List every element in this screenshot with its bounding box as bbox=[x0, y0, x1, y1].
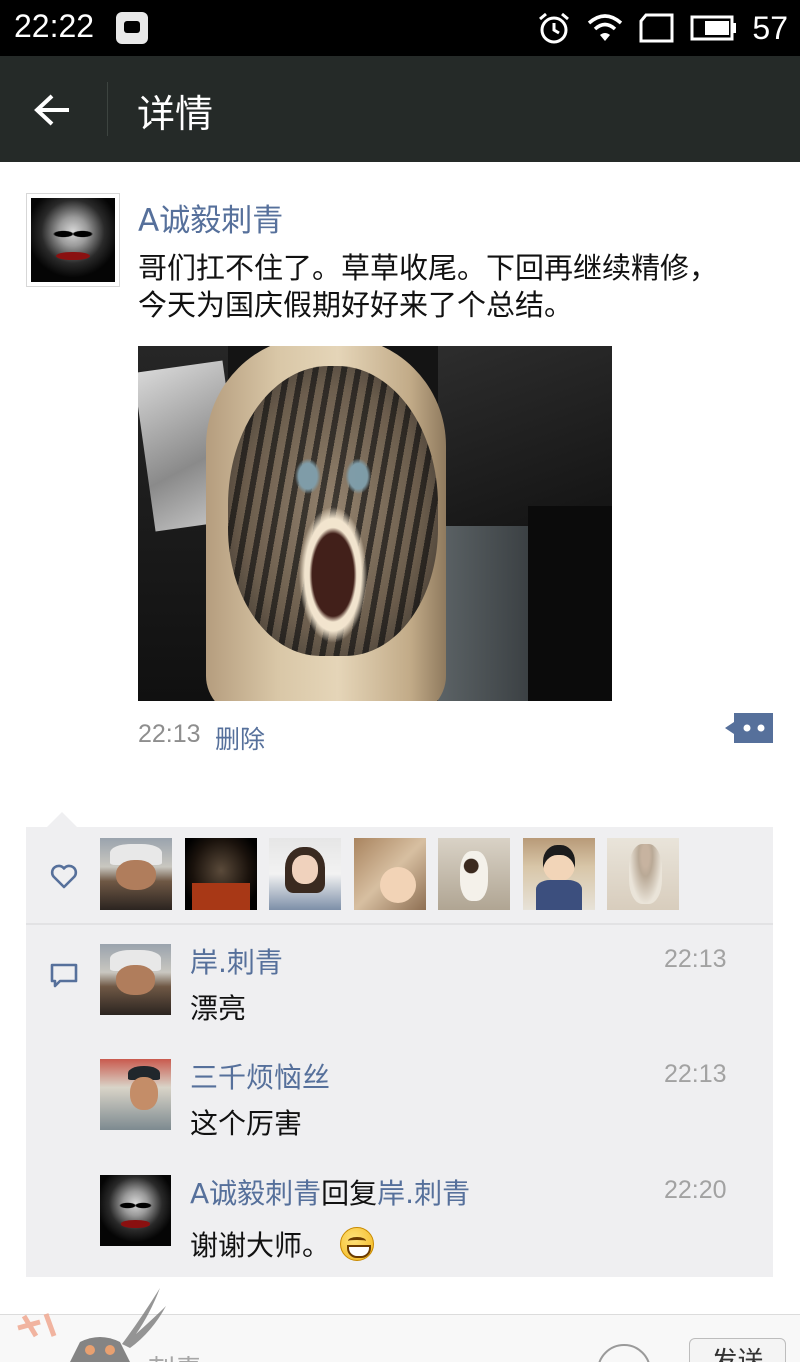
comment-time: 22:13 bbox=[664, 1060, 727, 1088]
comment-text: 谢谢大师。 bbox=[190, 1229, 331, 1262]
comment-menu-button[interactable] bbox=[724, 712, 774, 744]
liker-avatar[interactable] bbox=[185, 838, 257, 910]
comment-text-line[interactable]: 谢谢大师。 bbox=[190, 1224, 375, 1264]
post-text-line-2: 今天为国庆假期好好来了个总结。 bbox=[138, 288, 574, 322]
liker-avatar[interactable] bbox=[523, 838, 595, 910]
liker-avatar[interactable] bbox=[607, 838, 679, 910]
liker-avatar[interactable] bbox=[354, 838, 426, 910]
post-author-avatar[interactable] bbox=[26, 193, 120, 287]
liker-avatar[interactable] bbox=[438, 838, 510, 910]
photo-shadow bbox=[528, 506, 612, 701]
status-time: 22:22 bbox=[14, 8, 95, 44]
tiger-tattoo bbox=[228, 366, 438, 656]
comment-avatar[interactable] bbox=[100, 1175, 171, 1246]
comment-input[interactable]: 刺青 bbox=[148, 1348, 202, 1362]
comment-avatar[interactable] bbox=[100, 1059, 171, 1130]
post-time: 22:13 bbox=[138, 720, 201, 748]
alarm-icon bbox=[539, 12, 570, 44]
comment-icon bbox=[50, 963, 78, 988]
comment-author-line[interactable]: A诚毅刺青回复岸.刺青 bbox=[190, 1172, 470, 1212]
comment-text[interactable]: 这个厉害 bbox=[190, 1102, 302, 1142]
comment-author[interactable]: 岸.刺青 bbox=[190, 941, 283, 981]
back-button[interactable] bbox=[22, 82, 82, 138]
sim-icon bbox=[639, 13, 674, 43]
delete-link[interactable]: 删除 bbox=[215, 720, 265, 756]
comment-time: 22:20 bbox=[664, 1176, 727, 1204]
avatar bbox=[31, 198, 115, 282]
reply-target[interactable]: 岸.刺青 bbox=[377, 1177, 470, 1210]
status-icons: 57 bbox=[536, 6, 788, 50]
battery-level: 57 bbox=[752, 9, 788, 46]
watermark-logo-icon bbox=[17, 1288, 166, 1362]
liker-avatar[interactable] bbox=[269, 838, 341, 910]
status-bar: 22:22 57 bbox=[0, 0, 800, 56]
comment-author[interactable]: 三千烦恼丝 bbox=[190, 1056, 330, 1096]
app-bar-divider bbox=[107, 82, 108, 136]
arrow-left-icon bbox=[34, 94, 69, 126]
panel-pointer bbox=[46, 812, 78, 828]
post-author-name[interactable]: A诚毅刺青 bbox=[138, 195, 283, 240]
wifi-icon bbox=[588, 14, 623, 41]
comment-author[interactable]: A诚毅刺青 bbox=[190, 1177, 321, 1210]
reply-word: 回复 bbox=[321, 1177, 378, 1210]
comment-text[interactable]: 漂亮 bbox=[190, 987, 246, 1027]
app-bar: 详情 bbox=[0, 56, 800, 162]
app-notification-icon bbox=[116, 12, 148, 44]
comment-time: 22:13 bbox=[664, 945, 727, 973]
comment-bubble-icon bbox=[725, 713, 773, 743]
post-photo[interactable] bbox=[138, 346, 612, 701]
post-text: 哥们扛不住了。草草收尾。下回再继续精修， 今天为国庆假期好好来了个总结。 bbox=[138, 250, 778, 324]
page-title: 详情 bbox=[137, 92, 214, 136]
liker-avatar[interactable] bbox=[100, 838, 172, 910]
heart-icon bbox=[50, 864, 78, 889]
post-text-line-1: 哥们扛不住了。草草收尾。下回再继续精修， bbox=[138, 251, 719, 285]
send-button[interactable]: 发送 bbox=[689, 1338, 786, 1362]
comment-avatar[interactable] bbox=[100, 944, 171, 1015]
battery-icon bbox=[690, 15, 737, 41]
photo-jeans bbox=[438, 526, 538, 701]
grin-emoji-icon bbox=[340, 1227, 375, 1261]
